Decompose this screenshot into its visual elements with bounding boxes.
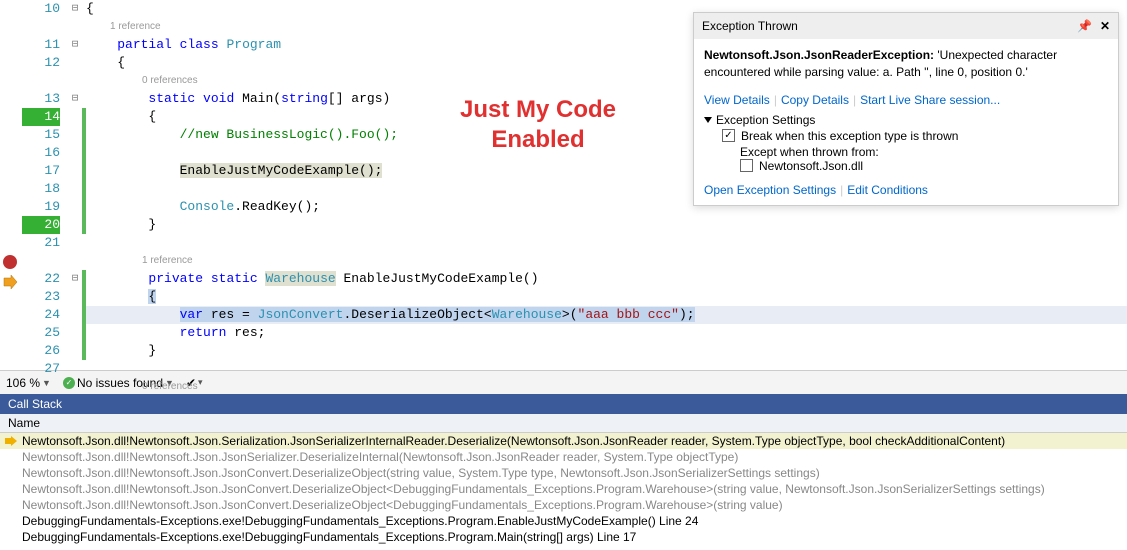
callstack-title: Call Stack xyxy=(0,394,1127,414)
exception-popup: Exception Thrown 📌 ✕ Newtonsoft.Json.Jso… xyxy=(693,12,1119,206)
except-dll-label: Newtonsoft.Json.dll xyxy=(759,159,863,173)
code-editor[interactable]: 10 11 12 13 14 15 16 17 18 19 20 21 22 2… xyxy=(0,0,1127,370)
overlay-annotation: Just My Code Enabled xyxy=(460,95,616,155)
callstack-panel: Call Stack Name Newtonsoft.Json.dll!Newt… xyxy=(0,394,1127,550)
codelens[interactable]: 0 references xyxy=(86,378,1127,396)
break-when-thrown-label: Break when this exception type is thrown xyxy=(741,129,958,143)
close-icon[interactable]: ✕ xyxy=(1100,19,1110,33)
exception-arrow-icon xyxy=(2,274,18,292)
line-numbers: 10 11 12 13 14 15 16 17 18 19 20 21 22 2… xyxy=(22,0,68,370)
edit-conditions-link[interactable]: Edit Conditions xyxy=(847,183,928,197)
open-exception-settings-link[interactable]: Open Exception Settings xyxy=(704,183,836,197)
current-frame-arrow-icon xyxy=(4,436,18,446)
editor-gutter: 10 11 12 13 14 15 16 17 18 19 20 21 22 2… xyxy=(0,0,68,370)
pin-icon[interactable]: 📌 xyxy=(1077,19,1092,33)
exception-message: Newtonsoft.Json.JsonReaderException: 'Un… xyxy=(694,39,1118,89)
exception-title: Exception Thrown xyxy=(702,19,798,33)
fold-column[interactable]: ⊟⊟⊟⊟ xyxy=(68,0,82,370)
except-dll-checkbox[interactable] xyxy=(740,159,753,172)
live-share-link[interactable]: Start Live Share session... xyxy=(860,93,1000,107)
callstack-column-header[interactable]: Name xyxy=(0,414,1127,433)
callstack-row[interactable]: Newtonsoft.Json.dll!Newtonsoft.Json.Json… xyxy=(0,497,1127,513)
callstack-row[interactable]: Newtonsoft.Json.dll!Newtonsoft.Json.Json… xyxy=(0,465,1127,481)
callstack-row[interactable]: Newtonsoft.Json.dll!Newtonsoft.Json.Json… xyxy=(0,449,1127,465)
current-line: var res = JsonConvert.DeserializeObject<… xyxy=(86,306,1127,324)
codelens[interactable]: 1 reference xyxy=(86,252,1127,270)
callstack-rows[interactable]: Newtonsoft.Json.dll!Newtonsoft.Json.Seri… xyxy=(0,433,1127,545)
exception-header: Exception Thrown 📌 ✕ xyxy=(694,13,1118,39)
breakpoint-icon[interactable] xyxy=(3,255,17,269)
view-details-link[interactable]: View Details xyxy=(704,93,770,107)
except-when-label: Except when thrown from: xyxy=(704,145,1108,159)
callstack-row[interactable]: Newtonsoft.Json.dll!Newtonsoft.Json.Json… xyxy=(0,481,1127,497)
exception-settings-expander[interactable]: Exception Settings xyxy=(704,113,1108,127)
callstack-row[interactable]: DebuggingFundamentals-Exceptions.exe!Deb… xyxy=(0,529,1127,545)
callstack-row[interactable]: Newtonsoft.Json.dll!Newtonsoft.Json.Seri… xyxy=(0,433,1127,449)
callstack-row[interactable]: DebuggingFundamentals-Exceptions.exe!Deb… xyxy=(0,513,1127,529)
break-when-thrown-checkbox[interactable] xyxy=(722,129,735,142)
copy-details-link[interactable]: Copy Details xyxy=(781,93,849,107)
glyph-margin xyxy=(0,0,22,370)
